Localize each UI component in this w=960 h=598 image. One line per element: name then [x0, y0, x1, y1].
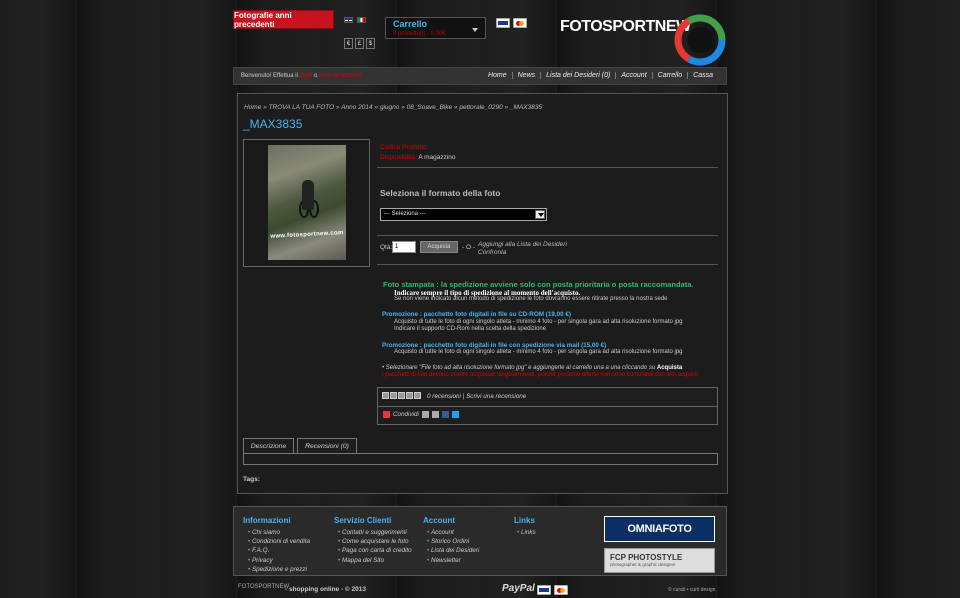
top-navigation: Home News Lista dei Desideri (0) Account… [483, 72, 718, 79]
site-logo-icon[interactable] [672, 6, 728, 66]
add-to-wishlist-link[interactable]: Aggiungi alla Lista dei Desideri [478, 241, 567, 248]
buy-button[interactable]: Acquista [420, 241, 458, 253]
star-icon [382, 392, 389, 399]
quantity-input[interactable]: 1 [392, 241, 416, 253]
visa-card-icon [496, 18, 510, 28]
share-label[interactable]: Condividi [393, 411, 419, 418]
footer-link[interactable]: Mappa del Sito [338, 556, 412, 565]
footer-link[interactable]: Links [517, 528, 536, 537]
previous-years-button[interactable]: Fotografie anni precedenti [233, 10, 334, 29]
qty-label: Qtà: [380, 244, 393, 251]
twitter-icon[interactable] [452, 411, 459, 418]
star-icon [414, 392, 421, 399]
footer-info-title: Informazioni [243, 516, 291, 525]
nav-wishlist[interactable]: Lista dei Desideri (0) [540, 72, 615, 79]
tab-description[interactable]: Descrizione [243, 438, 294, 454]
write-review-link[interactable]: Scrivi una recensione [466, 393, 526, 400]
tab-panel [243, 453, 718, 465]
divider [377, 167, 718, 168]
reviews-count-link[interactable]: 0 recensioni [427, 393, 461, 400]
mastercard-icon [513, 18, 527, 28]
nav-home[interactable]: Home [483, 72, 512, 79]
print-share-icon[interactable] [432, 411, 439, 418]
top-bar: Benvenuto! Effettua il login o crea un a… [233, 67, 727, 85]
chevron-down-icon[interactable] [472, 28, 478, 32]
footer-link[interactable]: Contatti e suggerimenti [338, 528, 412, 537]
footer-info-links: Chi siamo Condizioni di vendita F.A.Q. P… [248, 528, 310, 574]
nav-checkout[interactable]: Cassa [687, 72, 718, 79]
currency-pound[interactable]: £ [355, 38, 364, 49]
promo1-line2: Indicare il supporto CD-Rom nella scelta… [394, 326, 547, 332]
compare-link[interactable]: Confronta [478, 249, 507, 256]
nav-cart[interactable]: Carrello [651, 72, 688, 79]
reviews-info: 0 recensioni | Scrivi una recensione [427, 393, 527, 400]
footer-account-links: Account Storico Ordini Lista dei Desider… [427, 528, 479, 565]
promo1-title: Promozione : pacchetto foto digitali in … [382, 311, 571, 318]
footer-service-links: Contatti e suggerimenti Come acquistare … [338, 528, 412, 565]
footer-link[interactable]: Storico Ordini [427, 537, 479, 546]
package-note: I pacchetti di foto devono essere acquis… [382, 372, 699, 378]
tab-reviews[interactable]: Recensioni (0) [297, 438, 357, 454]
register-link[interactable]: crea un account [319, 73, 362, 79]
product-code-label: Codice Prodotto: [380, 144, 429, 151]
format-select[interactable]: --- Seleziona --- [380, 208, 547, 221]
cart-widget[interactable]: Carrello 0 prodotto(i) - 0,00€ [385, 17, 486, 39]
chevron-down-icon[interactable] [535, 210, 545, 219]
promo2-line1: Acquisto di tutte le foto di ogni singol… [394, 349, 683, 355]
footer-link[interactable]: Chi siamo [248, 528, 310, 537]
flag-it-icon[interactable] [357, 17, 366, 23]
availability: Disponibilità: A magazzino [380, 154, 456, 161]
email-share-icon[interactable] [422, 411, 429, 418]
promo1-line1: Acquisto di tutte le foto di ogni singol… [394, 319, 683, 325]
mastercard-icon [554, 585, 568, 595]
cart-summary: 0 prodotto(i) - 0,00€ [393, 31, 446, 37]
footer-link[interactable]: Condizioni di vendita [248, 537, 310, 546]
divider [377, 264, 718, 265]
star-icon [390, 392, 397, 399]
bottom-logo[interactable]: FOTOSPORTNEW [238, 584, 289, 590]
currency-euro[interactable]: € [344, 38, 353, 49]
visa-card-icon [537, 585, 551, 595]
page-title: _MAX3835 [243, 117, 303, 131]
format-title: Seleziona il formato della foto [380, 188, 501, 198]
footer-link[interactable]: Come acquistare le foto [338, 537, 412, 546]
credits[interactable]: © curati • curti design [668, 587, 715, 593]
welcome-message: Benvenuto! Effettua il login o crea un a… [241, 73, 362, 79]
footer-link[interactable]: Paga con carta di credito [338, 546, 412, 555]
footer-link[interactable]: Account [427, 528, 479, 537]
footer-link[interactable]: Spedizione e prezzi [248, 565, 310, 574]
promo2-title: Promozione : pacchetto foto digitali in … [382, 342, 607, 349]
omniafoto-banner[interactable]: OMNIAFOTO [604, 516, 715, 542]
footer-account-title: Account [423, 516, 455, 525]
footer-link[interactable]: F.A.Q. [248, 546, 310, 555]
footer-link[interactable]: Lista dei Desideri [427, 546, 479, 555]
fcp-photostyle-banner[interactable]: FCP PHOTOSTYLE photographer & graphic des… [604, 548, 715, 573]
shipping-title: Foto stampata : la spedizione avviene so… [383, 280, 694, 289]
nav-account[interactable]: Account [615, 72, 651, 79]
footer-link[interactable]: Privacy [248, 556, 310, 565]
footer-links-title: Links [514, 516, 535, 525]
star-icon [398, 392, 405, 399]
shipping-sub: Se non viene indicato alcun metodo di sp… [394, 296, 668, 302]
photo-rider [302, 180, 314, 210]
login-link[interactable]: login [300, 73, 313, 79]
star-icon [406, 392, 413, 399]
tags-label: Tags: [243, 476, 260, 483]
footer-links-list: Links [517, 528, 536, 537]
footer-service-title: Servizio Clienti [334, 516, 392, 525]
facebook-icon[interactable] [442, 411, 449, 418]
site-logo-text[interactable]: FOTOSPORTNEW [560, 18, 691, 36]
copyright: - shopping online - © 2013 [285, 586, 366, 593]
flag-uk-icon[interactable] [344, 17, 353, 23]
nav-news[interactable]: News [511, 72, 541, 79]
paypal-logo: PayPal [502, 583, 535, 594]
breadcrumb[interactable]: Home » TROVA LA TUA FOTO » Anno 2014 » g… [244, 104, 542, 111]
or-separator: - O - [462, 244, 475, 251]
purchase-note: • Selezionare "File foto ad alta risoluz… [382, 365, 683, 371]
cart-title: Carrello [393, 19, 428, 29]
divider [377, 235, 718, 236]
currency-dollar[interactable]: $ [366, 38, 375, 49]
share-plus-icon[interactable] [383, 411, 390, 418]
footer-link[interactable]: Newsletter [427, 556, 479, 565]
